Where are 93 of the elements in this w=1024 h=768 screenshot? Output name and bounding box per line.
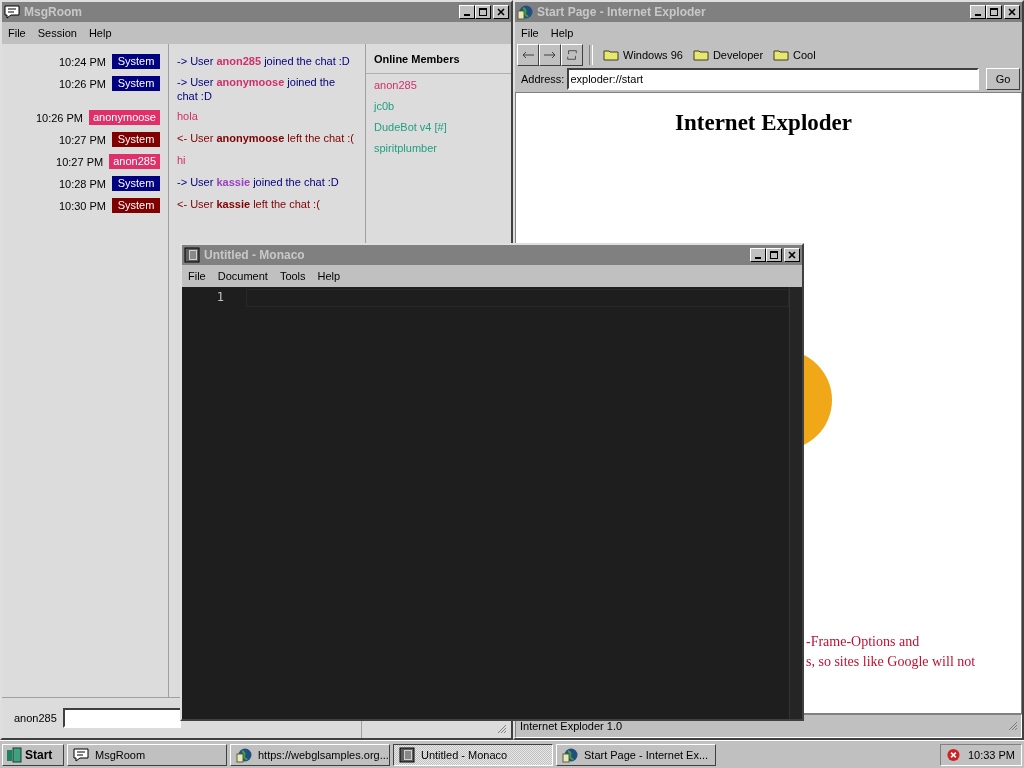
menu-item[interactable]: Session bbox=[37, 27, 77, 39]
menu-item[interactable]: File bbox=[8, 27, 26, 39]
minimize-icon bbox=[755, 257, 761, 259]
page-heading: Internet Exploder bbox=[674, 110, 853, 136]
start-button[interactable]: Start bbox=[2, 743, 64, 766]
scrollbar[interactable] bbox=[789, 287, 802, 719]
message-time: 10:30 PM bbox=[58, 199, 106, 213]
menu-item[interactable]: File bbox=[521, 27, 539, 39]
back-button[interactable] bbox=[517, 44, 539, 66]
forward-arrow-icon bbox=[543, 49, 557, 61]
sender-label: System bbox=[112, 198, 160, 213]
maximize-icon bbox=[769, 250, 779, 260]
message-text: -> User anonymoose joined the chat :D bbox=[177, 75, 337, 103]
message-text: hi bbox=[177, 153, 187, 167]
notepad-icon bbox=[184, 247, 200, 263]
members-heading: Online Members bbox=[366, 44, 511, 74]
refresh-icon bbox=[565, 49, 579, 61]
message-text: -> User anon285 joined the chat :D bbox=[177, 54, 351, 68]
sender-label: anonymoose bbox=[89, 110, 160, 125]
message-time: 10:27 PM bbox=[58, 133, 106, 147]
globe-icon bbox=[517, 4, 533, 20]
notice-text: s, so sites like Google will not bbox=[806, 653, 977, 671]
message-text: hola bbox=[177, 109, 199, 123]
menu-item[interactable]: Help bbox=[88, 27, 112, 39]
sender-label: System bbox=[112, 132, 160, 147]
resize-grip-icon[interactable] bbox=[497, 724, 507, 734]
message-input-field[interactable] bbox=[62, 708, 181, 728]
message-time: 10:27 PM bbox=[56, 155, 104, 169]
go-button[interactable]: Go bbox=[986, 68, 1020, 90]
menu-item[interactable]: Help bbox=[550, 27, 574, 39]
minimize-button[interactable] bbox=[970, 5, 986, 19]
close-button[interactable] bbox=[1004, 5, 1020, 19]
chat-bubble-icon bbox=[4, 4, 20, 20]
maximize-icon bbox=[478, 7, 488, 17]
globe-icon bbox=[562, 746, 578, 763]
sender-label: anon285 bbox=[109, 154, 160, 169]
minimize-button[interactable] bbox=[750, 248, 766, 262]
maximize-button[interactable] bbox=[766, 248, 782, 262]
message-text: <- User anonymoose left the chat :( bbox=[177, 131, 355, 145]
maximize-icon bbox=[989, 7, 999, 17]
notepad-icon bbox=[399, 746, 415, 763]
menu-item[interactable]: Document bbox=[217, 270, 268, 282]
window-title: MsgRoom bbox=[24, 5, 82, 19]
taskbar-button[interactable]: MsgRoom bbox=[67, 743, 227, 766]
window-title: Untitled - Monaco bbox=[204, 248, 305, 262]
minimize-button[interactable] bbox=[459, 5, 475, 19]
sender-label: System bbox=[112, 54, 160, 69]
message-time: 10:28 PM bbox=[58, 177, 106, 191]
message-text: -> User kassie joined the chat :D bbox=[177, 175, 340, 189]
bookmark-folder[interactable]: Windows 96 bbox=[599, 49, 687, 61]
maximize-button[interactable] bbox=[475, 5, 491, 19]
close-icon bbox=[496, 7, 506, 17]
taskbar-button[interactable]: Start Page - Internet Ex... bbox=[556, 743, 716, 766]
sender-label: System bbox=[112, 76, 160, 91]
start-logo-icon bbox=[6, 746, 22, 763]
minimize-icon bbox=[464, 14, 470, 16]
globe-icon bbox=[236, 746, 252, 763]
back-arrow-icon bbox=[521, 49, 535, 61]
close-icon bbox=[1007, 7, 1017, 17]
close-button[interactable] bbox=[493, 5, 509, 19]
message-time: 10:26 PM bbox=[35, 111, 83, 125]
menu-item[interactable]: Tools bbox=[279, 270, 306, 282]
window-title: Start Page - Internet Exploder bbox=[537, 5, 706, 19]
address-label: Address: bbox=[521, 73, 565, 85]
bookmark-folder[interactable]: Cool bbox=[769, 49, 820, 61]
error-icon[interactable] bbox=[947, 746, 960, 763]
forward-button[interactable] bbox=[539, 44, 561, 66]
taskbar-button[interactable]: Untitled - Monaco bbox=[393, 743, 553, 766]
taskbar-button[interactable]: https://webglsamples.org... bbox=[230, 743, 390, 766]
menu-item[interactable]: Help bbox=[317, 270, 341, 282]
line-number: 1 bbox=[215, 290, 225, 304]
message-text: <- User kassie left the chat :( bbox=[177, 197, 321, 211]
menu-item[interactable]: File bbox=[188, 270, 206, 282]
nickname-label: anon285 bbox=[14, 712, 57, 724]
notice-text: -Frame-Options and bbox=[806, 633, 921, 651]
status-text: Internet Exploder 1.0 bbox=[520, 720, 623, 732]
resize-grip-icon[interactable] bbox=[1008, 721, 1018, 731]
folder-icon bbox=[773, 49, 790, 61]
member-name[interactable]: anon285 bbox=[366, 74, 511, 95]
folder-icon bbox=[603, 49, 619, 61]
sender-label: System bbox=[112, 176, 160, 191]
folder-icon bbox=[692, 49, 709, 61]
message-time: 10:24 PM bbox=[58, 55, 106, 69]
close-button[interactable] bbox=[784, 248, 800, 262]
bookmark-folder[interactable]: Developer bbox=[688, 49, 768, 61]
minimize-icon bbox=[975, 14, 981, 16]
chat-bubble-icon bbox=[73, 746, 89, 763]
clock: 10:33 PM bbox=[967, 748, 1015, 761]
refresh-button[interactable] bbox=[561, 44, 583, 66]
maximize-button[interactable] bbox=[986, 5, 1002, 19]
address-field[interactable]: exploder://start bbox=[567, 68, 979, 90]
message-time: 10:26 PM bbox=[58, 77, 106, 91]
close-icon bbox=[787, 250, 797, 260]
